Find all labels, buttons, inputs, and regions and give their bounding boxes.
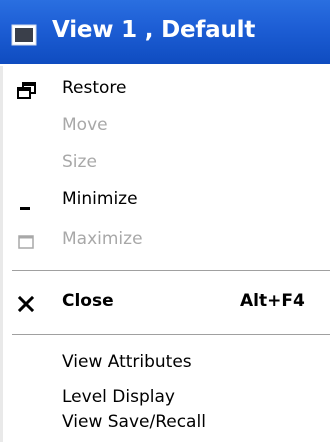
menu-item-size[interactable]: Size <box>0 147 330 181</box>
maximize-icon <box>18 235 34 249</box>
close-icon <box>17 295 35 313</box>
system-menu-window: View 1 , Default Restore Move Size Minim… <box>0 0 330 442</box>
restore-icon <box>17 82 36 99</box>
menu-item-label: Move <box>62 115 108 135</box>
menu-item-label: Minimize <box>62 189 138 209</box>
menu-item-label: Restore <box>62 78 127 98</box>
menu-item-label: Close <box>62 291 114 311</box>
title-bar[interactable]: View 1 , Default <box>0 0 330 64</box>
menu-item-label: Size <box>62 152 97 172</box>
menu-item-label: View Save/Recall <box>62 412 206 432</box>
menu-item-minimize[interactable]: Minimize <box>0 184 330 218</box>
menu-item-close[interactable]: Close Alt+F4 <box>0 286 330 320</box>
menu-separator <box>12 270 330 272</box>
menu-separator <box>12 334 330 336</box>
menu-item-view-attributes[interactable]: View Attributes <box>0 347 330 381</box>
window-title: View 1 , Default <box>52 17 256 43</box>
menu-item-label: Maximize <box>62 229 143 249</box>
system-menu: Restore Move Size Minimize Maximize Clos… <box>0 64 330 442</box>
menu-item-maximize[interactable]: Maximize <box>0 224 330 258</box>
shortcut-label: Alt+F4 <box>240 291 305 311</box>
menu-item-view-save-recall[interactable]: View Save/Recall <box>0 407 330 441</box>
menu-item-restore[interactable]: Restore <box>0 73 330 107</box>
menu-item-move[interactable]: Move <box>0 110 330 144</box>
menu-item-label: View Attributes <box>62 352 192 372</box>
menu-item-label: Level Display <box>62 387 175 407</box>
minimize-icon <box>20 207 30 210</box>
window-icon <box>11 24 37 46</box>
